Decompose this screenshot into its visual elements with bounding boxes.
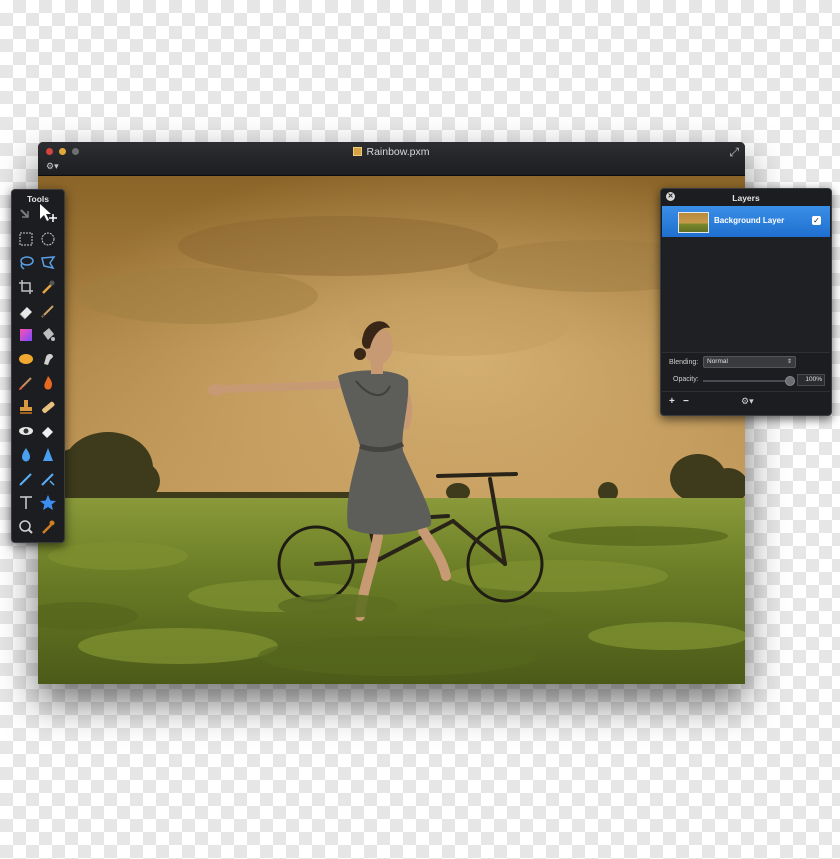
layer-row-background[interactable]: Background Layer ✓ [662, 206, 830, 237]
layers-panel: ✕ Layers Background Layer ✓ Blending: No… [660, 188, 832, 416]
layers-footer-divider [662, 391, 830, 392]
fullscreen-icon[interactable]: ⤢ [729, 145, 739, 160]
document-window: Rainbow.pxm ⚙▾ ⤢ [38, 142, 745, 684]
close-icon[interactable]: ✕ [666, 192, 675, 201]
arrange-tool-icon[interactable] [16, 205, 36, 225]
freeform-pen-icon[interactable] [38, 469, 58, 489]
layers-list[interactable] [662, 237, 830, 352]
window-title-text: Rainbow.pxm [366, 146, 430, 158]
layer-name: Background Layer [714, 216, 785, 225]
burn-icon[interactable] [38, 373, 58, 393]
pen-icon[interactable] [16, 469, 36, 489]
color-picker-icon[interactable] [38, 517, 58, 537]
opacity-label: Opacity: [673, 376, 699, 383]
blending-label: Blending: [669, 359, 699, 366]
smudge-icon[interactable] [38, 349, 58, 369]
rectangle-select-icon[interactable] [16, 229, 36, 249]
eraser-icon[interactable] [16, 301, 36, 321]
zoom-icon[interactable] [16, 517, 36, 537]
title-bar[interactable]: Rainbow.pxm ⚙▾ ⤢ [38, 142, 745, 176]
tools-palette: Tools [11, 189, 65, 543]
clone-stamp-icon[interactable] [16, 397, 36, 417]
select-arrows-icon: ⇕ [786, 359, 792, 365]
heal-icon[interactable] [38, 397, 58, 417]
ellipse-select-icon[interactable] [38, 229, 58, 249]
gear-icon[interactable]: ⚙▾ [46, 161, 59, 172]
add-layer-button[interactable]: + [669, 396, 675, 407]
polygon-lasso-icon[interactable] [38, 253, 58, 273]
opacity-value-field[interactable]: 100% [797, 374, 825, 386]
opacity-slider-knob[interactable] [785, 376, 795, 386]
blur-icon[interactable] [16, 445, 36, 465]
erase-icon[interactable] [38, 421, 58, 441]
layer-thumbnail [678, 212, 709, 233]
layers-title: Layers [732, 193, 760, 203]
lasso-icon[interactable] [16, 253, 36, 273]
gradient-icon[interactable] [16, 325, 36, 345]
brush-icon[interactable] [16, 373, 36, 393]
canvas-image [38, 176, 745, 684]
gear-icon[interactable]: ⚙▾ [741, 396, 754, 407]
red-eye-icon[interactable] [16, 421, 36, 441]
blending-mode-select[interactable]: Normal ⇕ [703, 356, 796, 368]
layers-divider [662, 352, 830, 353]
document-icon [353, 146, 363, 156]
move-tool-icon[interactable] [38, 203, 58, 223]
crop-icon[interactable] [16, 277, 36, 297]
opacity-slider[interactable] [703, 380, 785, 382]
eyedropper-icon[interactable] [38, 277, 58, 297]
paint-bucket-icon[interactable] [38, 325, 58, 345]
sharpen-icon[interactable] [38, 445, 58, 465]
pencil-icon[interactable] [38, 301, 58, 321]
sponge-icon[interactable] [16, 349, 36, 369]
layer-visibility-checkbox[interactable]: ✓ [812, 216, 821, 225]
type-icon[interactable] [16, 493, 36, 513]
blending-mode-value: Normal [707, 358, 728, 365]
image-canvas[interactable] [38, 176, 745, 684]
window-title: Rainbow.pxm [38, 146, 745, 158]
remove-layer-button[interactable]: − [683, 396, 689, 407]
star-shape-icon[interactable] [38, 493, 58, 513]
